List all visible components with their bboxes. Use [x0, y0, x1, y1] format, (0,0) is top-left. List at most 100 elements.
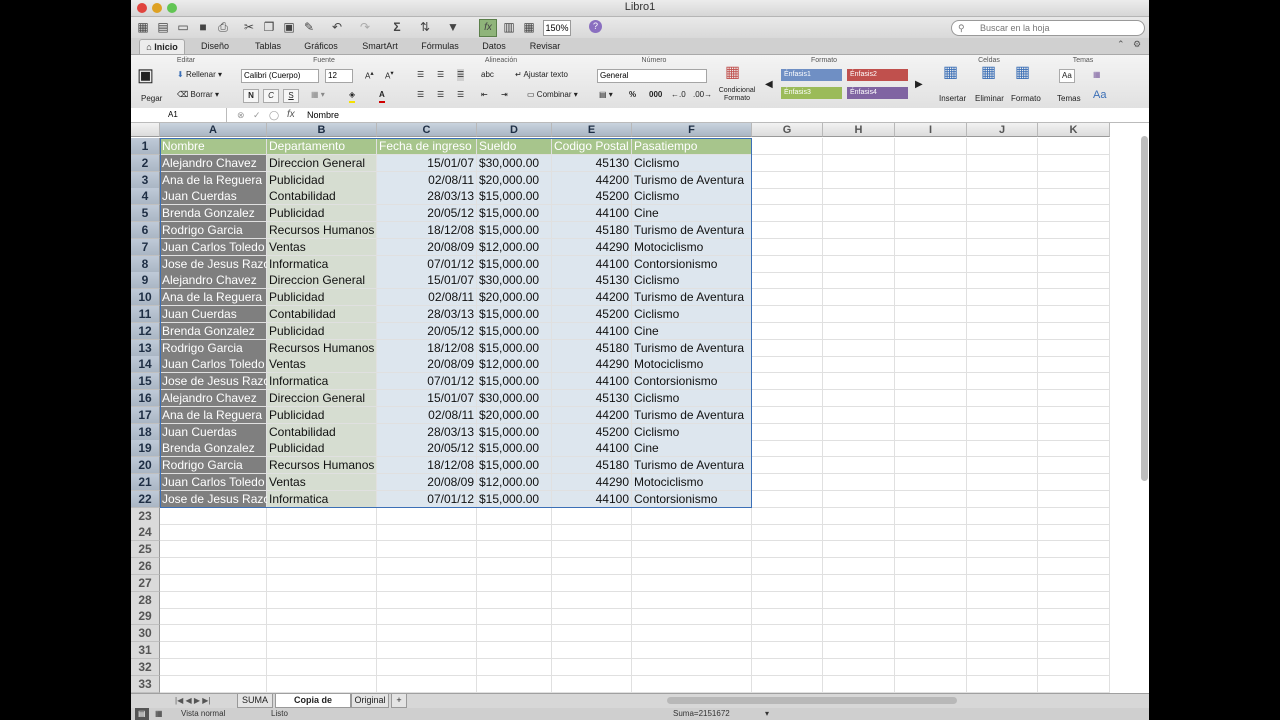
row-header[interactable]: 13	[131, 339, 160, 357]
cell-a9[interactable]: Alejandro Chavez	[160, 272, 267, 290]
print-icon[interactable]: ⎙	[215, 19, 231, 35]
cell-j11[interactable]	[967, 306, 1038, 323]
cell-i10[interactable]	[895, 289, 967, 307]
redo-icon[interactable]: ↷	[357, 19, 373, 35]
column-header-e[interactable]: E	[552, 123, 632, 137]
paste-icon[interactable]: ▣	[281, 19, 297, 35]
cell-k27[interactable]	[1038, 574, 1110, 592]
cell-i8[interactable]	[895, 255, 967, 273]
row-header[interactable]: 10	[131, 289, 160, 307]
cell-c27[interactable]	[377, 574, 477, 592]
cell-k4[interactable]	[1038, 188, 1110, 206]
cell-f32[interactable]	[632, 658, 752, 676]
cell-g30[interactable]	[752, 625, 823, 643]
cell-a29[interactable]	[160, 608, 267, 626]
cell-j15[interactable]	[967, 373, 1038, 391]
cell-j21[interactable]	[967, 474, 1038, 491]
cell-f4[interactable]: Ciclismo	[632, 188, 752, 206]
cell-a10[interactable]: Ana de la Reguera	[160, 289, 267, 307]
cell-a8[interactable]: Jose de Jesus Razo	[160, 255, 270, 273]
cell-k31[interactable]	[1038, 642, 1110, 659]
cell-c28[interactable]	[377, 591, 477, 609]
cell-i23[interactable]	[895, 507, 967, 525]
cell-a17[interactable]: Ana de la Reguera	[160, 406, 267, 424]
cell-g24[interactable]	[752, 524, 823, 542]
cell-h31[interactable]	[823, 642, 895, 659]
cell-h19[interactable]	[823, 440, 895, 458]
tab-datos[interactable]: Datos	[471, 39, 517, 53]
cell-d21[interactable]: $12,000.00	[477, 474, 552, 491]
cell-e18[interactable]: 45200	[552, 423, 632, 441]
cell-d23[interactable]	[477, 507, 552, 525]
cell-h3[interactable]	[823, 171, 895, 189]
cell-i6[interactable]	[895, 222, 967, 239]
themes-icon[interactable]: Aa	[1059, 69, 1075, 83]
conditional-format-button[interactable]: Condicional Formato	[717, 87, 757, 103]
cell-c22[interactable]: 07/01/12	[377, 490, 477, 508]
cell-d26[interactable]	[477, 558, 552, 575]
cell-h29[interactable]	[823, 608, 895, 626]
cell-k29[interactable]	[1038, 608, 1110, 626]
tab-tablas[interactable]: Tablas	[245, 39, 291, 53]
cell-g14[interactable]	[752, 356, 823, 374]
cell-k15[interactable]	[1038, 373, 1110, 391]
cell-b1[interactable]: Departamento	[267, 138, 377, 155]
cell-k1[interactable]	[1038, 138, 1110, 155]
cell-g22[interactable]	[752, 490, 823, 508]
cell-a33[interactable]	[160, 675, 267, 693]
cell-e15[interactable]: 44100	[552, 373, 632, 391]
cell-k6[interactable]	[1038, 222, 1110, 239]
function-icon[interactable]: ◯	[269, 108, 279, 122]
cell-k2[interactable]	[1038, 154, 1110, 172]
row-header[interactable]: 33	[131, 675, 160, 693]
row-header[interactable]: 6	[131, 222, 160, 239]
cell-a18[interactable]: Juan Cuerdas	[160, 423, 267, 441]
row-header[interactable]: 12	[131, 322, 160, 340]
cell-e1[interactable]: Codigo Postal	[552, 138, 632, 155]
cell-g29[interactable]	[752, 608, 823, 626]
row-header[interactable]: 23	[131, 507, 160, 525]
percent-button[interactable]: %	[629, 89, 636, 101]
cell-e21[interactable]: 44290	[552, 474, 632, 491]
tab-diseno[interactable]: Diseño	[191, 39, 239, 53]
cell-c15[interactable]: 07/01/12	[377, 373, 477, 391]
cell-f16[interactable]: Ciclismo	[632, 390, 752, 407]
cell-d20[interactable]: $15,000.00	[477, 457, 552, 475]
cell-i7[interactable]	[895, 238, 967, 256]
cell-h10[interactable]	[823, 289, 895, 307]
cell-h1[interactable]	[823, 138, 895, 155]
cell-f8[interactable]: Contorsionismo	[632, 255, 752, 273]
cell-j33[interactable]	[967, 675, 1038, 693]
cell-c31[interactable]	[377, 642, 477, 659]
cell-c26[interactable]	[377, 558, 477, 575]
cell-j28[interactable]	[967, 591, 1038, 609]
cell-k14[interactable]	[1038, 356, 1110, 374]
cell-a14[interactable]: Juan Carlos Toledo	[160, 356, 267, 374]
column-header-f[interactable]: F	[632, 123, 752, 137]
cell-g25[interactable]	[752, 541, 823, 559]
cell-a31[interactable]	[160, 642, 267, 659]
cell-i30[interactable]	[895, 625, 967, 643]
cell-c30[interactable]	[377, 625, 477, 643]
cell-h13[interactable]	[823, 339, 895, 357]
cell-c13[interactable]: 18/12/08	[377, 339, 477, 357]
cell-h28[interactable]	[823, 591, 895, 609]
row-header[interactable]: 18	[131, 423, 160, 441]
accept-formula-icon[interactable]: ✓	[253, 108, 261, 122]
cell-h11[interactable]	[823, 306, 895, 323]
cell-b30[interactable]	[267, 625, 377, 643]
cell-b31[interactable]	[267, 642, 377, 659]
tab-graficos[interactable]: Gráficos	[295, 39, 347, 53]
cell-j16[interactable]	[967, 390, 1038, 407]
cell-b17[interactable]: Publicidad	[267, 406, 377, 424]
cell-h21[interactable]	[823, 474, 895, 491]
style-enfasis1[interactable]: Énfasis1	[781, 69, 842, 81]
cell-b28[interactable]	[267, 591, 377, 609]
cell-d19[interactable]: $15,000.00	[477, 440, 552, 458]
cell-f28[interactable]	[632, 591, 752, 609]
cell-f1[interactable]: Pasatiempo	[632, 138, 752, 155]
conditional-format-icon[interactable]: ▦	[725, 65, 740, 81]
style-enfasis4[interactable]: Énfasis4	[847, 87, 908, 99]
cell-i31[interactable]	[895, 642, 967, 659]
sheet-tab-original[interactable]: Original	[351, 694, 389, 708]
